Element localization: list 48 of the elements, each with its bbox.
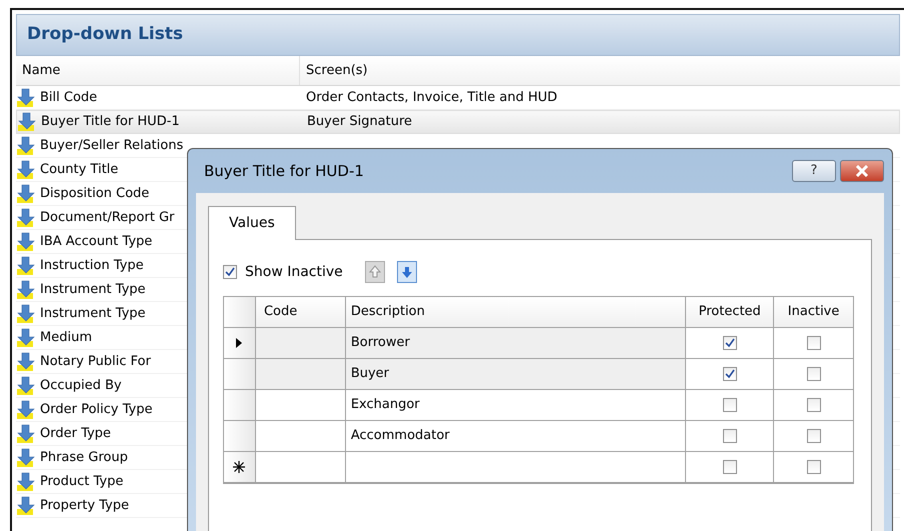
list-item-name[interactable]: Instruction Type (40, 256, 144, 276)
protected-checkbox[interactable] (722, 460, 737, 474)
code-cell[interactable] (256, 328, 346, 358)
close-button[interactable] (840, 160, 884, 182)
list-item-name[interactable]: Bill Code (40, 88, 98, 108)
column-header[interactable]: Name (16, 56, 300, 85)
description-cell[interactable]: Borrower (346, 328, 686, 358)
dialog-title: Buyer Title for HUD-1 (204, 160, 364, 182)
list-item-name[interactable]: Order Type (40, 424, 111, 444)
list-item-name[interactable]: Notary Public For (40, 352, 151, 372)
list-item-name[interactable]: Order Policy Type (40, 400, 152, 420)
description-cell[interactable]: Accommodator (346, 421, 686, 451)
code-cell[interactable] (256, 359, 346, 389)
list-item-name[interactable]: IBA Account Type (40, 232, 152, 252)
list-item-name[interactable]: County Title (40, 160, 118, 180)
column-header[interactable]: Screen(s) (300, 56, 368, 85)
column-header[interactable]: Description (346, 297, 686, 327)
new-row-icon (233, 461, 246, 473)
list-item-screens: Buyer Signature (306, 113, 412, 132)
description-cell[interactable]: Exchangor (346, 390, 686, 420)
list-item-name[interactable]: Instrument Type (40, 280, 146, 300)
protected-checkbox[interactable] (722, 367, 737, 381)
list-item-name[interactable]: Document/Report Gr (40, 208, 174, 228)
list-item-name[interactable]: Occupied By (40, 376, 122, 396)
protected-checkbox[interactable] (722, 398, 737, 412)
column-header[interactable]: Code (256, 297, 346, 327)
move-down-icon[interactable] (396, 261, 417, 283)
protected-checkbox[interactable] (722, 429, 737, 443)
list-item-name[interactable]: Instrument Type (40, 304, 146, 324)
list-item-name[interactable]: Medium (40, 328, 92, 348)
description-cell[interactable]: Buyer (346, 359, 686, 389)
column-header[interactable]: Inactive (774, 297, 854, 327)
list-item-name[interactable]: Disposition Code (40, 184, 150, 204)
list-item-name[interactable]: Phrase Group (40, 448, 128, 468)
list-item-name[interactable]: Property Type (40, 496, 130, 516)
show-inactive-label: Show Inactive (245, 262, 343, 282)
panel-title: Drop-down Lists (27, 23, 183, 46)
protected-checkbox[interactable] (722, 336, 737, 350)
help-button[interactable]: ? (792, 160, 836, 182)
values-tab[interactable]: Values (208, 206, 296, 240)
close-icon (854, 165, 870, 177)
list-item-name[interactable]: Buyer/Seller Relations (40, 136, 184, 156)
move-up-icon[interactable] (364, 261, 385, 283)
list-row[interactable]: Buyer Title for HUD-1 Buyer Signature (16, 110, 900, 134)
list-item-name[interactable]: Product Type (40, 472, 124, 492)
list-item-name[interactable]: Buyer Title for HUD-1 (41, 112, 180, 132)
column-header[interactable]: Protected (686, 297, 774, 327)
list-item-screens: Order Contacts, Invoice, Title and HUD (305, 88, 558, 107)
